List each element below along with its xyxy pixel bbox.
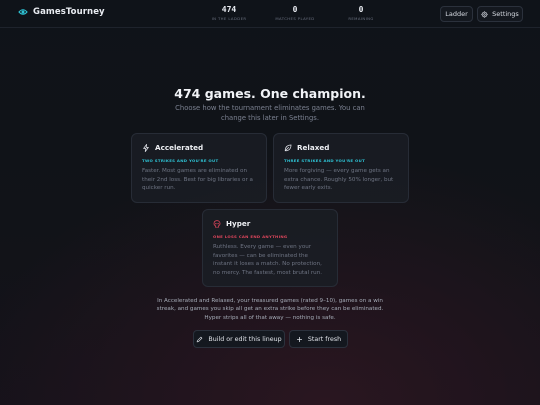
card-tag: TWO STRIKES AND YOU'RE OUT [142, 158, 219, 163]
page-title: 474 games. One champion. [174, 86, 366, 101]
pencil-icon [197, 336, 203, 342]
card-tag: ONE LOSS CAN END ANYTHING [213, 234, 288, 239]
stat-value: 474 [221, 5, 237, 14]
card-title: Accelerated [155, 143, 204, 152]
start-fresh-label: Start fresh [307, 335, 342, 343]
stat-value: 0 [358, 5, 364, 14]
stat-label: remaining [348, 16, 374, 21]
ladder-button[interactable]: Ladder [440, 6, 473, 22]
eye-logo-icon [18, 9, 28, 15]
card-header: Accelerated [142, 143, 256, 152]
mode-card-hyper[interactable]: Hyper ONE LOSS CAN END ANYTHING Ruthless… [202, 209, 338, 287]
settings-button-label: Settings [492, 10, 519, 18]
brand[interactable]: GamesTourney [18, 7, 105, 17]
leaf-icon [284, 144, 292, 151]
mode-card-relaxed[interactable]: Relaxed THREE STRIKES AND YOU'RE OUT Mor… [273, 133, 409, 203]
card-title: Hyper [226, 219, 251, 228]
page-subtitle: Choose how the tournament eliminates gam… [175, 104, 365, 122]
stat-value: 0 [292, 5, 298, 14]
gear-icon [481, 10, 488, 18]
stat-label: in the ladder [211, 16, 247, 21]
card-description: Faster. Most games are eliminated on the… [142, 168, 253, 192]
lightning-icon [143, 143, 149, 152]
card-tag: THREE STRIKES AND YOU'RE OUT [284, 158, 366, 163]
plus-icon [296, 336, 302, 342]
card-description: Ruthless. Every game — even your favorit… [213, 244, 323, 276]
brand-name: GamesTourney [33, 7, 105, 17]
skull-icon [213, 219, 221, 228]
build-lineup-button[interactable]: Build or edit this lineup [193, 330, 285, 348]
settings-button[interactable]: Settings [477, 6, 523, 22]
top-bar: GamesTourney 474 in the ladder 0 matches… [0, 0, 540, 28]
stat-label: matches played [275, 16, 315, 21]
card-description: More forgiving — every game gets an extr… [284, 168, 394, 192]
stat-remaining: 0 remaining [328, 5, 394, 21]
strike-rules-note: In Accelerated and Relaxed, your treasur… [156, 298, 384, 321]
card-title: Relaxed [297, 143, 330, 152]
header-stats: 474 in the ladder 0 matches played 0 rem… [196, 5, 394, 21]
build-lineup-label: Build or edit this lineup [208, 335, 282, 343]
stat-matches-played: 0 matches played [262, 5, 328, 21]
card-header: Relaxed [284, 143, 398, 152]
start-fresh-button[interactable]: Start fresh [289, 330, 348, 348]
mode-card-accelerated[interactable]: Accelerated TWO STRIKES AND YOU'RE OUT F… [131, 133, 267, 203]
card-header: Hyper [213, 219, 327, 228]
ladder-button-label: Ladder [445, 10, 468, 18]
stat-in-ladder: 474 in the ladder [196, 5, 262, 21]
